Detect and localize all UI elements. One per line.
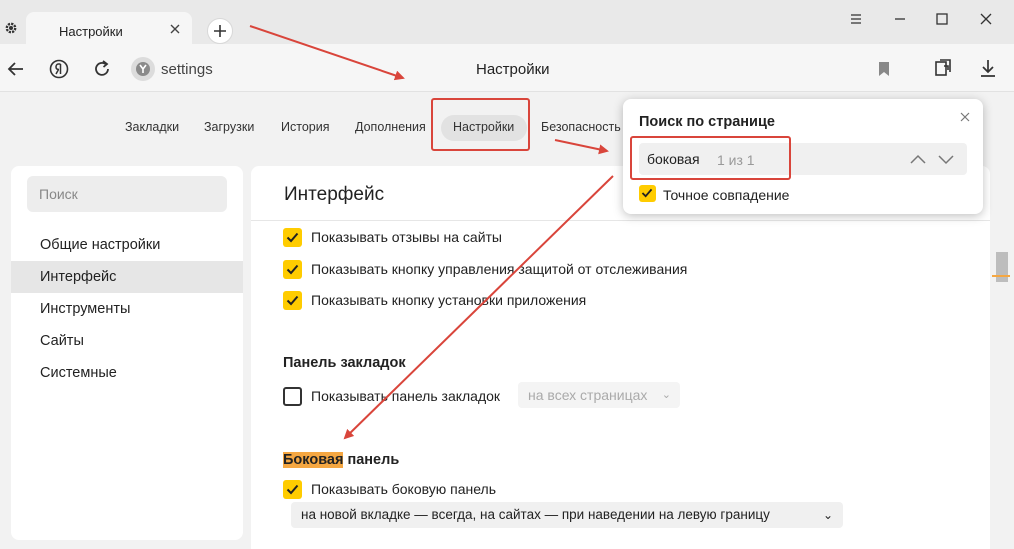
checkbox-label: Показывать кнопку установки приложения (311, 292, 587, 308)
divider (251, 220, 990, 221)
nav-extensions[interactable]: Дополнения (355, 120, 426, 134)
tab-settings[interactable]: Настройки (26, 12, 192, 48)
sidebar-item-sites[interactable]: Сайты (11, 325, 243, 357)
site-protection-icon[interactable] (131, 57, 155, 81)
search-highlight: Боковая (283, 452, 344, 468)
close-tab-icon[interactable] (168, 22, 182, 36)
nav-history[interactable]: История (281, 120, 329, 134)
checkbox-install-app[interactable] (283, 291, 302, 310)
sidebar-mode-select[interactable]: на новой вкладке — всегда, на сайтах — п… (291, 502, 843, 528)
annotation-highlight-settings-tab (431, 98, 530, 151)
sidebar-item-interface[interactable]: Интерфейс (11, 261, 243, 293)
collections-icon[interactable] (932, 57, 954, 79)
yandex-logo-icon[interactable] (48, 58, 70, 80)
select-value: на всех страницах (528, 387, 648, 403)
check-icon (286, 232, 299, 243)
check-icon (286, 295, 299, 306)
nav-security[interactable]: Безопасность (541, 120, 621, 134)
select-value: на новой вкладке — всегда, на сайтах — п… (301, 507, 770, 522)
sidebar-item-system[interactable]: Системные (11, 357, 243, 389)
reload-icon[interactable] (91, 58, 113, 80)
close-icon[interactable] (959, 111, 971, 123)
heading-rest: панель (343, 452, 400, 468)
checkbox-label: Показывать кнопку управления защитой от … (311, 261, 688, 277)
check-icon (641, 188, 653, 198)
chevron-down-icon: ⌄ (822, 508, 833, 522)
checkbox-show-sidebar[interactable] (283, 480, 302, 499)
menu-icon[interactable] (846, 10, 866, 28)
yandex-y-icon (136, 62, 150, 76)
minimize-icon[interactable] (890, 10, 910, 28)
close-window-icon[interactable] (976, 10, 996, 28)
checkbox-tracking-protection[interactable] (283, 260, 302, 279)
sidebar-panel-heading: Боковая панель (283, 452, 399, 468)
chevron-down-icon[interactable] (937, 151, 955, 167)
checkbox-label: Показывать отзывы на сайты (311, 229, 502, 245)
settings-sidebar: Поиск Общие настройки Интерфейс Инструме… (11, 166, 243, 540)
download-icon[interactable] (977, 57, 999, 79)
bookmarks-bar-heading: Панель закладок (283, 355, 406, 371)
back-icon[interactable] (5, 58, 27, 80)
search-input[interactable]: Поиск (27, 176, 227, 212)
sidebar-item-tools[interactable]: Инструменты (11, 293, 243, 325)
bookmarks-bar-select[interactable]: на всех страницах ⌄ (518, 382, 680, 408)
new-tab-button[interactable] (207, 18, 233, 44)
checkbox-label: Показывать панель закладок (311, 388, 501, 404)
bookmark-icon[interactable] (873, 58, 895, 80)
settings-main: Интерфейс Показывать отзывы на сайты Пок… (251, 166, 990, 549)
scroll-thumb[interactable] (996, 252, 1008, 282)
checkbox-exact-match[interactable] (639, 185, 656, 202)
search-placeholder: Поиск (39, 186, 78, 202)
section-title: Интерфейс (284, 184, 385, 205)
check-icon (286, 264, 299, 275)
title-bar: Настройки (0, 0, 1014, 48)
plus-icon (214, 25, 226, 37)
chevron-down-icon: ⌄ (661, 389, 671, 401)
search-match-marker (992, 275, 1010, 277)
page-title: Настройки (476, 61, 550, 78)
scrollbar[interactable] (992, 166, 1010, 549)
url-text[interactable]: settings (161, 61, 213, 78)
sidebar-item-general[interactable]: Общие настройки (11, 229, 243, 261)
find-title: Поиск по странице (639, 114, 775, 130)
nav-bookmarks[interactable]: Закладки (125, 120, 179, 134)
nav-downloads[interactable]: Загрузки (204, 120, 254, 134)
check-icon (286, 484, 299, 495)
gear-icon[interactable] (4, 21, 18, 35)
annotation-highlight-search-field (630, 136, 791, 180)
maximize-icon[interactable] (932, 10, 952, 28)
checkbox-site-reviews[interactable] (283, 228, 302, 247)
address-bar: settings Настройки (0, 44, 1014, 92)
tab-title: Настройки (59, 24, 123, 39)
chevron-up-icon[interactable] (909, 151, 927, 167)
checkbox-label: Показывать боковую панель (311, 481, 497, 497)
exact-match-label: Точное совпадение (663, 187, 790, 203)
checkbox-bookmarks-bar[interactable] (283, 387, 302, 406)
